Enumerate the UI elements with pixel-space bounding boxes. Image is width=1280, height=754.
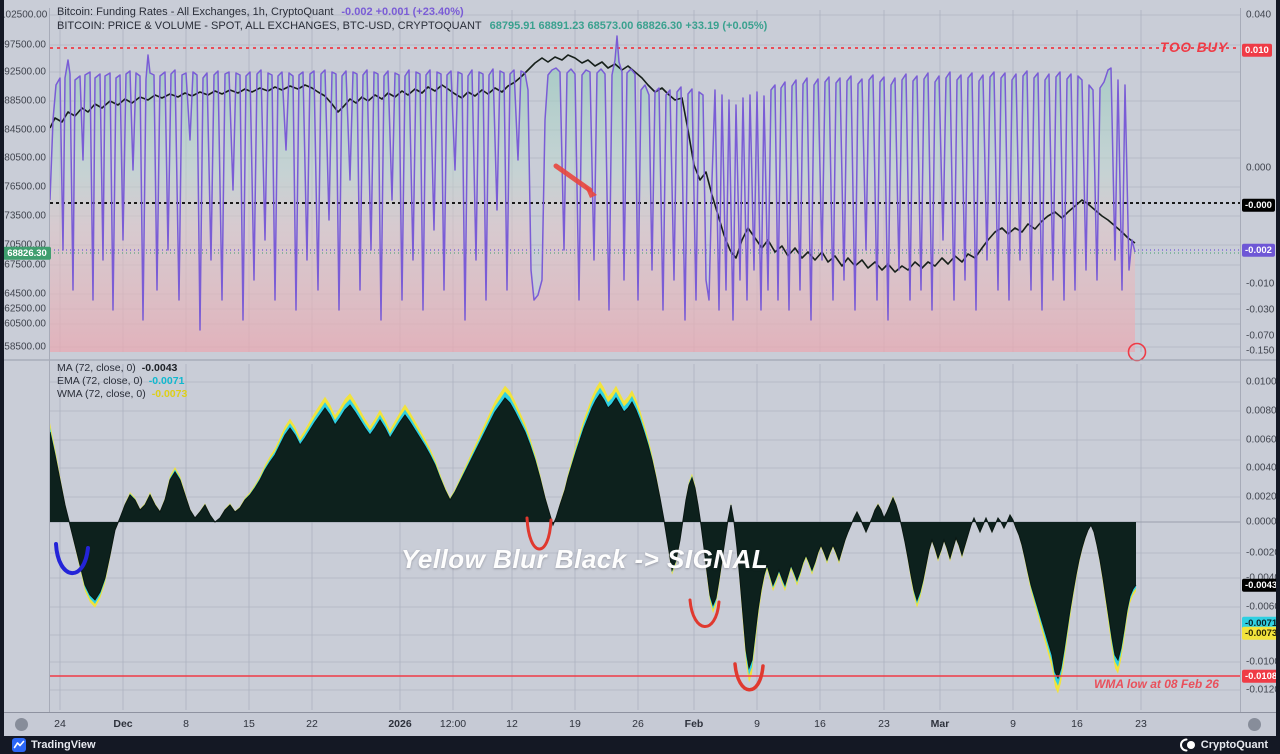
legend-ma-label: MA (72, close, 0) (57, 362, 136, 374)
time-axis-label: 8 (183, 718, 189, 730)
oscillator-axis-label: 0.0040 (1246, 463, 1277, 474)
oscillator-axis-label: 0.0080 (1246, 406, 1277, 417)
price-axis-label: 62500.00 (0, 304, 46, 315)
price-axis-label: 84500.00 (0, 125, 46, 136)
time-axis-label: 12 (506, 718, 518, 730)
too-buy-annotation[interactable]: TOO BUY (1160, 40, 1228, 55)
oscillator-axis-label: 0.0100 (1246, 377, 1277, 388)
oscillator-axis-label: -0.0120 (1246, 685, 1280, 696)
tradingview-chart-window: Bitcoin: Funding Rates - All Exchanges, … (0, 0, 1280, 754)
legend-funding-title[interactable]: Bitcoin: Funding Rates - All Exchanges, … (57, 6, 333, 18)
time-axis-label: 16 (814, 718, 826, 730)
time-axis-label: 9 (754, 718, 760, 730)
time-axis-label: 22 (306, 718, 318, 730)
funding-axis-label: 0.000 (1246, 163, 1271, 174)
cryptoquant-brand-label: CryptoQuant (1201, 739, 1268, 751)
oscillator-axis-label: 0.0000 (1246, 517, 1277, 528)
time-axis-label: 26 (632, 718, 644, 730)
time-axis-label: 16 (1071, 718, 1083, 730)
price-axis-label: 64500.00 (0, 289, 46, 300)
oscillator-axis-label: 0.0060 (1246, 435, 1277, 446)
oscillator-axis-label: -0.0020 (1246, 548, 1280, 559)
current-price-badge: 68826.30 (3, 247, 51, 260)
time-axis-label: 19 (569, 718, 581, 730)
right-edge-strip (1276, 0, 1280, 754)
funding-axis-badge: -0.002 (1242, 244, 1275, 257)
oscillator-axis-label: -0.0100 (1246, 657, 1280, 668)
legend-price-title[interactable]: BITCOIN: PRICE & VOLUME - SPOT, ALL EXCH… (57, 20, 482, 32)
funding-axis-label: -0.070 (1246, 331, 1274, 342)
funding-axis-badge: 0.010 (1242, 44, 1272, 57)
oscillator-axis-label: -0.0060 (1246, 602, 1280, 613)
legend-wma[interactable]: WMA (72, close, 0) -0.0073 (57, 388, 187, 400)
footer-bar: TradingView CryptoQuant (0, 736, 1280, 754)
tradingview-logo-icon (12, 738, 26, 752)
cryptoquant-brand[interactable]: CryptoQuant (1180, 738, 1268, 752)
funding-axis-label: -0.150 (1246, 346, 1274, 357)
price-axis-label: 67500.00 (0, 260, 46, 271)
cryptoquant-logo-icon (1180, 738, 1196, 752)
time-axis-label: 15 (243, 718, 255, 730)
oscillator-axis-badge: -0.0108 (1242, 670, 1280, 683)
price-axis-label: 58500.00 (0, 342, 46, 353)
legend-ma-value: -0.0043 (142, 362, 178, 374)
signal-text-annotation[interactable]: Yellow Blur Black -> SIGNAL (401, 544, 768, 575)
tradingview-brand-label: TradingView (31, 739, 96, 751)
price-axis-label: 80500.00 (0, 153, 46, 164)
legend-wma-label: WMA (72, close, 0) (57, 388, 146, 400)
price-axis-label: 102500.00 (0, 10, 46, 21)
price-axis-label: 60500.00 (0, 319, 46, 330)
funding-axis-label: -0.030 (1246, 305, 1274, 316)
legend-ema[interactable]: EMA (72, close, 0) -0.0071 (57, 375, 184, 387)
price-axis-label: 73500.00 (0, 211, 46, 222)
legend-ma[interactable]: MA (72, close, 0) -0.0043 (57, 362, 177, 374)
time-axis-label: 24 (54, 718, 66, 730)
scroll-left-handle[interactable] (15, 718, 28, 731)
oscillator-axis-badge: -0.0073 (1242, 627, 1280, 640)
left-edge-strip (0, 0, 4, 754)
oscillator-axis-badge: -0.0043 (1242, 579, 1280, 592)
legend-ema-label: EMA (72, close, 0) (57, 375, 143, 387)
price-axis-label: 76500.00 (0, 182, 46, 193)
scroll-right-handle[interactable] (1248, 718, 1261, 731)
time-axis-label: Dec (113, 718, 132, 730)
time-axis-label: 23 (878, 718, 890, 730)
legend-funding-values: -0.002 +0.001 (+23.40%) (341, 6, 463, 18)
funding-axis-label: -0.010 (1246, 279, 1274, 290)
time-axis[interactable]: 24 Dec 8 15 22 2026 12:00 12 19 26 Feb 9 16 23 Mar 9 16 2… (0, 712, 1280, 737)
time-axis-label: Feb (685, 718, 704, 730)
price-axis-label: 92500.00 (0, 67, 46, 78)
time-axis-label: 2026 (388, 718, 411, 730)
legend-wma-value: -0.0073 (152, 388, 188, 400)
time-axis-label: Mar (931, 718, 950, 730)
funding-axis-badge: -0.000 (1242, 199, 1275, 212)
legend-price-volume[interactable]: BITCOIN: PRICE & VOLUME - SPOT, ALL EXCH… (57, 20, 767, 32)
chart-canvas[interactable] (0, 0, 1280, 712)
tradingview-brand[interactable]: TradingView (12, 738, 96, 752)
time-axis-label: 12:00 (440, 718, 466, 730)
price-axis-label: 97500.00 (0, 40, 46, 51)
price-axis-label: 88500.00 (0, 96, 46, 107)
legend-price-values: 68795.91 68891.23 68573.00 68826.30 +33.… (490, 20, 768, 32)
time-axis-label: 23 (1135, 718, 1147, 730)
legend-funding-rates[interactable]: Bitcoin: Funding Rates - All Exchanges, … (57, 6, 464, 18)
legend-ema-value: -0.0071 (149, 375, 185, 387)
time-axis-label: 9 (1010, 718, 1016, 730)
oscillator-axis-label: 0.0020 (1246, 492, 1277, 503)
funding-axis-label: 0.040 (1246, 10, 1271, 21)
wma-low-annotation[interactable]: WMA low at 08 Feb 26 (1094, 677, 1219, 691)
